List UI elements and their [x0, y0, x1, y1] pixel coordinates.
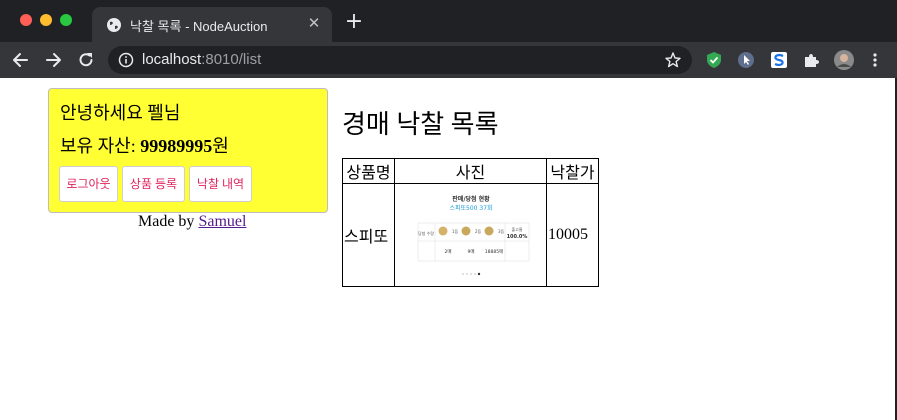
url-host: localhost: [142, 51, 202, 68]
product-thumbnail-image: 판매/당첨 현황 스피또500 37회 당첨 수량 1등 2등 3등 2매 9매…: [407, 190, 534, 280]
asset-label: 보유 자산:: [60, 136, 136, 156]
page-title: 경매 낙찰 목록: [342, 110, 499, 139]
info-icon[interactable]: [118, 52, 134, 68]
product-name-cell: 스피또: [342, 183, 395, 287]
logout-button[interactable]: 로그아웃: [59, 166, 118, 202]
thumb-sales-value: 100.0%: [506, 234, 527, 240]
page-content: 안녕하세요 펠님 보유 자산: 99989995원 로그아웃 상품 등록 낙찰 …: [0, 78, 895, 420]
carousel-dot-icon: [465, 273, 468, 275]
carousel-dot-icon: [473, 273, 476, 275]
browser-toolbar: localhost:8010/list: [0, 42, 897, 78]
thumb-prize-label: 1등: [452, 229, 459, 234]
browser-chrome: 낙찰 목록 - NodeAuction ✕ + localhost:8010/l…: [0, 0, 897, 78]
column-header-price: 낙찰가: [546, 158, 599, 184]
globe-icon: [107, 18, 121, 32]
close-window-button[interactable]: [20, 14, 32, 26]
thumb-prize-label: 3등: [498, 229, 505, 234]
thumb-prize-label: 2등: [475, 229, 482, 234]
table-row: 스피또 판매/당첨 현황 스피또500 37회 당첨 수량 1등 2등 3등 2…: [342, 183, 599, 287]
thumb-row-label: 당첨 수량: [418, 230, 434, 236]
bookmark-star-icon[interactable]: [664, 51, 682, 69]
url-path: :8010/list: [201, 51, 262, 68]
column-header-name: 상품명: [342, 158, 395, 184]
tab-title: 낙찰 목록 - NodeAuction: [130, 19, 268, 34]
new-tab-button[interactable]: +: [344, 11, 364, 33]
table-header-row: 상품명 사진 낙찰가: [342, 158, 599, 184]
carousel-dot-icon: [461, 273, 464, 275]
carousel-dot-icon: [469, 273, 472, 275]
price-cell: 10005: [546, 183, 599, 287]
product-photo-cell: 판매/당첨 현황 스피또500 37회 당첨 수량 1등 2등 3등 2매 9매…: [394, 183, 547, 287]
footer-credit: Made by Samuel: [138, 213, 246, 231]
made-by-text: Made by: [138, 213, 195, 230]
medal-icon: [461, 226, 470, 236]
tab-strip: 낙찰 목록 - NodeAuction ✕ +: [0, 0, 897, 42]
thumb-sales-label: 출고율: [511, 226, 522, 232]
medal-icon: [438, 226, 447, 236]
asset-value: 99989995: [140, 136, 213, 156]
thumb-subtitle: 스피또500 37회: [449, 204, 492, 212]
asset-text: 보유 자산: 99989995원: [60, 132, 229, 158]
column-header-photo: 사진: [394, 158, 547, 184]
maximize-window-button[interactable]: [60, 14, 72, 26]
thumb-title: 판매/당첨 현황: [452, 195, 490, 203]
won-items-table: 상품명 사진 낙찰가 스피또 판매/당첨 현황 스피또500 37회 당첨 수량…: [342, 158, 599, 287]
url-text: localhost:8010/list: [142, 51, 261, 68]
back-arrow-icon[interactable]: [11, 50, 31, 70]
author-link[interactable]: Samuel: [198, 213, 246, 230]
address-bar[interactable]: localhost:8010/list: [108, 46, 692, 74]
extensions-puzzle-icon[interactable]: [802, 51, 820, 69]
carousel-dot-icon: [477, 272, 480, 276]
browser-tab[interactable]: 낙찰 목록 - NodeAuction ✕: [92, 7, 332, 42]
register-product-button[interactable]: 상품 등록: [122, 166, 185, 202]
asset-unit: 원: [212, 136, 229, 156]
forward-arrow-icon[interactable]: [43, 50, 63, 70]
thumb-count: 18885매: [484, 248, 502, 255]
shield-extension-icon[interactable]: [705, 51, 723, 69]
minimize-window-button[interactable]: [40, 14, 52, 26]
cursor-extension-icon[interactable]: [737, 51, 755, 69]
medal-icon: [484, 226, 493, 236]
won-list-button[interactable]: 낙찰 내역: [189, 166, 252, 202]
menu-kebab-icon[interactable]: [866, 51, 884, 69]
thumb-count: 2매: [444, 248, 451, 255]
s-extension-icon[interactable]: [770, 51, 788, 69]
profile-avatar-icon[interactable]: [834, 50, 854, 70]
greeting-text: 안녕하세요 펠님: [60, 103, 181, 123]
profile-panel: 안녕하세요 펠님 보유 자산: 99989995원 로그아웃 상품 등록 낙찰 …: [48, 88, 328, 213]
thumb-count: 9매: [467, 248, 474, 255]
tab-close-icon[interactable]: ✕: [306, 15, 322, 31]
reload-icon[interactable]: [76, 50, 96, 70]
